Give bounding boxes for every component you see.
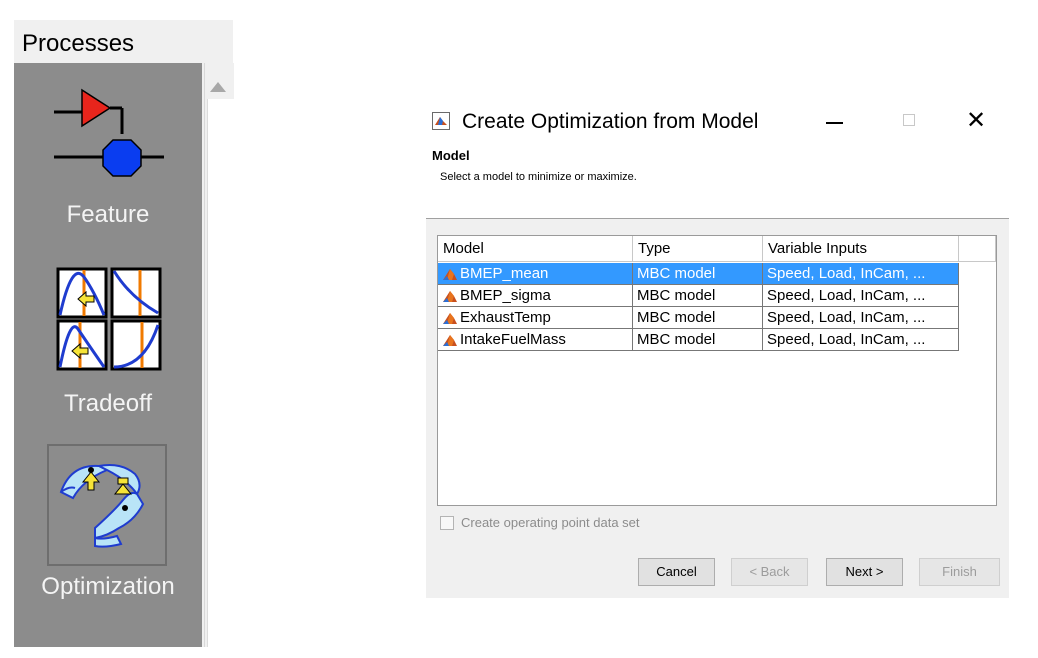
table-row[interactable]: BMEP_sigma MBC model Speed, Load, InCam, .… [438, 285, 960, 307]
operating-point-checkbox-label[interactable]: Create operating point data set [461, 515, 640, 530]
optimization-icon[interactable] [55, 458, 161, 550]
model-name-text: BMEP_sigma [460, 287, 551, 304]
dialog-app-icon [432, 112, 450, 130]
model-name-text: IntakeFuelMass [460, 331, 566, 348]
table-row[interactable]: ExhaustTemp MBC model Speed, Load, InCam, … [438, 307, 960, 329]
finish-button[interactable]: Finish [919, 558, 1000, 586]
mbc-model-icon [443, 313, 457, 325]
column-header-model[interactable]: Model [438, 236, 633, 262]
maximize-icon[interactable] [903, 114, 915, 126]
back-button[interactable]: < Back [731, 558, 808, 586]
operating-point-checkbox[interactable] [440, 516, 454, 530]
cancel-button[interactable]: Cancel [638, 558, 715, 586]
model-type-cell[interactable]: MBC model [633, 307, 763, 329]
mbc-model-icon [443, 291, 457, 303]
model-name-cell[interactable]: BMEP_mean [438, 263, 633, 285]
processes-title: Processes [22, 30, 135, 57]
step-description: Select a model to minimize or maximize. [440, 171, 637, 183]
feature-icon[interactable] [54, 82, 164, 182]
model-name-cell[interactable]: ExhaustTemp [438, 307, 633, 329]
column-header-filler [959, 236, 996, 262]
table-row[interactable]: IntakeFuelMass MBC model Speed, Load, InCa… [438, 329, 960, 351]
process-label-feature[interactable]: Feature [14, 201, 202, 229]
process-label-tradeoff[interactable]: Tradeoff [14, 390, 202, 418]
header-divider [426, 218, 1009, 219]
model-type-cell[interactable]: MBC model [633, 329, 763, 351]
model-name-cell[interactable]: BMEP_sigma [438, 285, 633, 307]
close-icon[interactable]: ✕ [966, 106, 986, 136]
model-type-cell[interactable]: MBC model [633, 285, 763, 307]
minimize-icon[interactable] [826, 122, 843, 124]
model-type-cell[interactable]: MBC model [633, 263, 763, 285]
column-header-type[interactable]: Type [633, 236, 763, 262]
scrollbar-track[interactable] [207, 99, 234, 647]
model-name-text: BMEP_mean [460, 265, 549, 282]
step-title: Model [432, 148, 470, 163]
variable-inputs-cell[interactable]: Speed, Load, InCam, ... [763, 329, 959, 351]
next-button[interactable]: Next > [826, 558, 903, 586]
scroll-up-arrow-icon[interactable] [210, 82, 226, 92]
mbc-model-icon [443, 335, 457, 347]
mbc-model-icon [443, 269, 457, 281]
model-name-cell[interactable]: IntakeFuelMass [438, 329, 633, 351]
dialog-title: Create Optimization from Model [462, 110, 759, 133]
variable-inputs-cell[interactable]: Speed, Load, InCam, ... [763, 285, 959, 307]
table-row[interactable]: BMEP_mean MBC model Speed, Load, InCam, ..… [438, 263, 960, 285]
variable-inputs-cell[interactable]: Speed, Load, InCam, ... [763, 307, 959, 329]
process-label-optimization[interactable]: Optimization [14, 573, 202, 601]
model-name-text: ExhaustTemp [460, 309, 551, 326]
column-header-variable-inputs[interactable]: Variable Inputs [763, 236, 959, 262]
variable-inputs-cell[interactable]: Speed, Load, InCam, ... [763, 263, 959, 285]
tradeoff-icon[interactable] [56, 267, 166, 371]
